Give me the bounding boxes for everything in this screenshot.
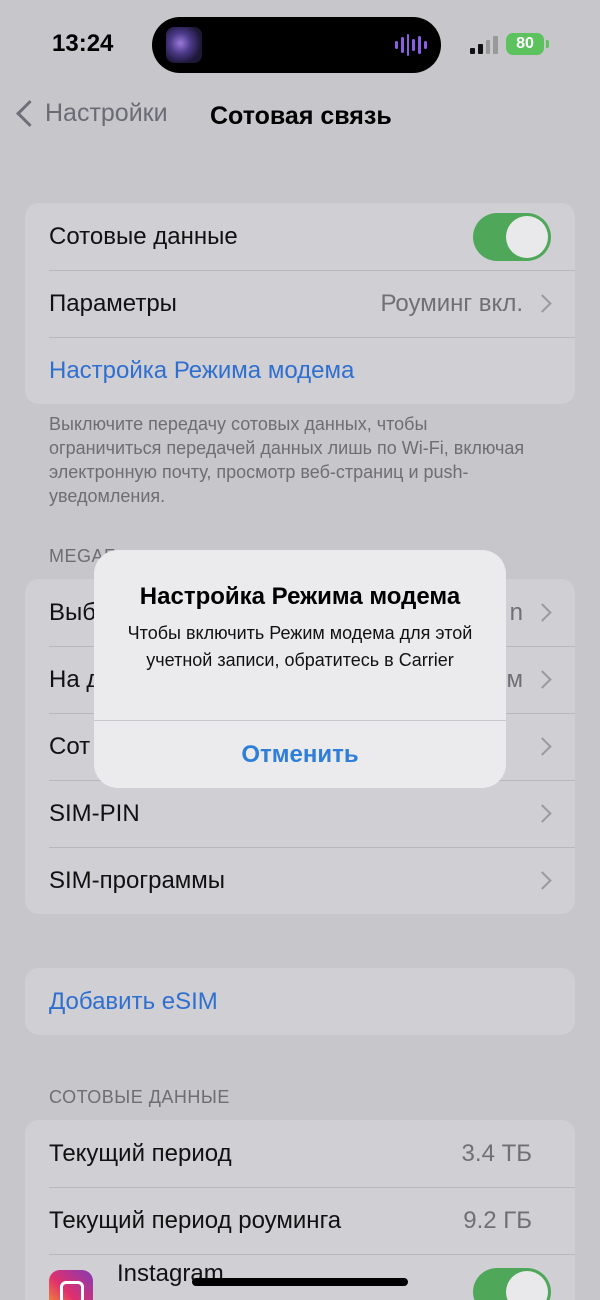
carrier-row-value: n — [509, 598, 523, 626]
cellular-data-label: Сотовые данные — [49, 222, 238, 250]
back-button-label: Настройки — [45, 98, 168, 127]
page-title: Сотовая связь — [210, 102, 392, 130]
chevron-right-icon — [533, 670, 552, 689]
hotspot-alert-dialog: Настройка Режима модема Чтобы включить Р… — [94, 550, 506, 788]
chevron-right-icon — [533, 737, 552, 756]
current-period-row: Текущий период 3.4 ТБ — [25, 1120, 575, 1187]
cellular-data-toggle[interactable] — [473, 213, 551, 261]
usage-group: Текущий период 3.4 ТБ Текущий период роу… — [25, 1120, 575, 1300]
chevron-right-icon — [533, 603, 552, 622]
current-period-label: Текущий период — [49, 1139, 232, 1167]
app-row-instagram: Instagram — [25, 1254, 575, 1300]
sim-apps-label: SIM-программы — [49, 866, 226, 894]
carrier-row-label: Выб — [49, 598, 97, 626]
audio-waveform-icon — [395, 33, 427, 57]
current-period-value: 3.4 ТБ — [461, 1139, 532, 1167]
options-label: Параметры — [49, 289, 177, 317]
cellular-signal-icon — [470, 34, 498, 54]
settings-screen: 13:24 80 Настройки Сотовая связь Сотовые… — [0, 0, 600, 1300]
options-row[interactable]: Параметры Роуминг вкл. — [25, 270, 575, 337]
roaming-period-value: 9.2 ГБ — [463, 1206, 532, 1234]
carrier-row-label: Сот — [49, 732, 91, 760]
add-esim-label: Добавить eSIM — [49, 987, 218, 1015]
back-button[interactable]: Настройки — [14, 98, 168, 128]
status-time: 13:24 — [52, 30, 114, 57]
cancel-button[interactable]: Отменить — [94, 721, 506, 788]
add-esim-button[interactable]: Добавить eSIM — [25, 968, 575, 1035]
alert-title: Настройка Режима модема — [139, 583, 461, 610]
usage-section-header: СОТОВЫЕ ДАННЫЕ — [49, 1087, 230, 1107]
chevron-right-icon — [533, 294, 552, 313]
cellular-main-group: Сотовые данные Параметры Роуминг вкл. На… — [25, 203, 575, 404]
battery-tip — [546, 40, 549, 48]
chevron-right-icon — [533, 804, 552, 823]
dynamic-island[interactable] — [152, 17, 441, 73]
roaming-period-row: Текущий период роуминга 9.2 ГБ — [25, 1187, 575, 1254]
hotspot-setup-row[interactable]: Настройка Режима модема — [25, 337, 575, 404]
instagram-icon — [49, 1270, 93, 1300]
chevron-left-icon — [14, 98, 32, 128]
options-value: Роуминг вкл. — [380, 289, 523, 317]
battery-charging-icon: 80 — [506, 33, 544, 55]
sim-apps-row[interactable]: SIM-программы — [25, 847, 575, 914]
roaming-period-label: Текущий период роуминга — [49, 1206, 342, 1234]
sim-pin-label: SIM-PIN — [49, 799, 140, 827]
now-playing-artwork — [166, 27, 202, 63]
carrier-row-value: м — [506, 665, 524, 693]
battery-level: 80 — [516, 35, 534, 52]
sim-pin-row[interactable]: SIM-PIN — [25, 780, 575, 847]
chevron-right-icon — [533, 871, 552, 890]
esim-group: Добавить eSIM — [25, 968, 575, 1035]
cellular-data-row: Сотовые данные — [25, 203, 575, 270]
alert-message: Чтобы включить Режим модема для этой уче… — [127, 623, 473, 670]
cellular-footnote: Выключите передачу сотовых данных, чтобы… — [49, 414, 525, 506]
hotspot-setup-label: Настройка Режима модема — [49, 356, 355, 384]
home-indicator[interactable] — [192, 1278, 408, 1286]
instagram-data-toggle[interactable] — [473, 1268, 551, 1300]
carrier-row-label: На д — [49, 665, 101, 693]
